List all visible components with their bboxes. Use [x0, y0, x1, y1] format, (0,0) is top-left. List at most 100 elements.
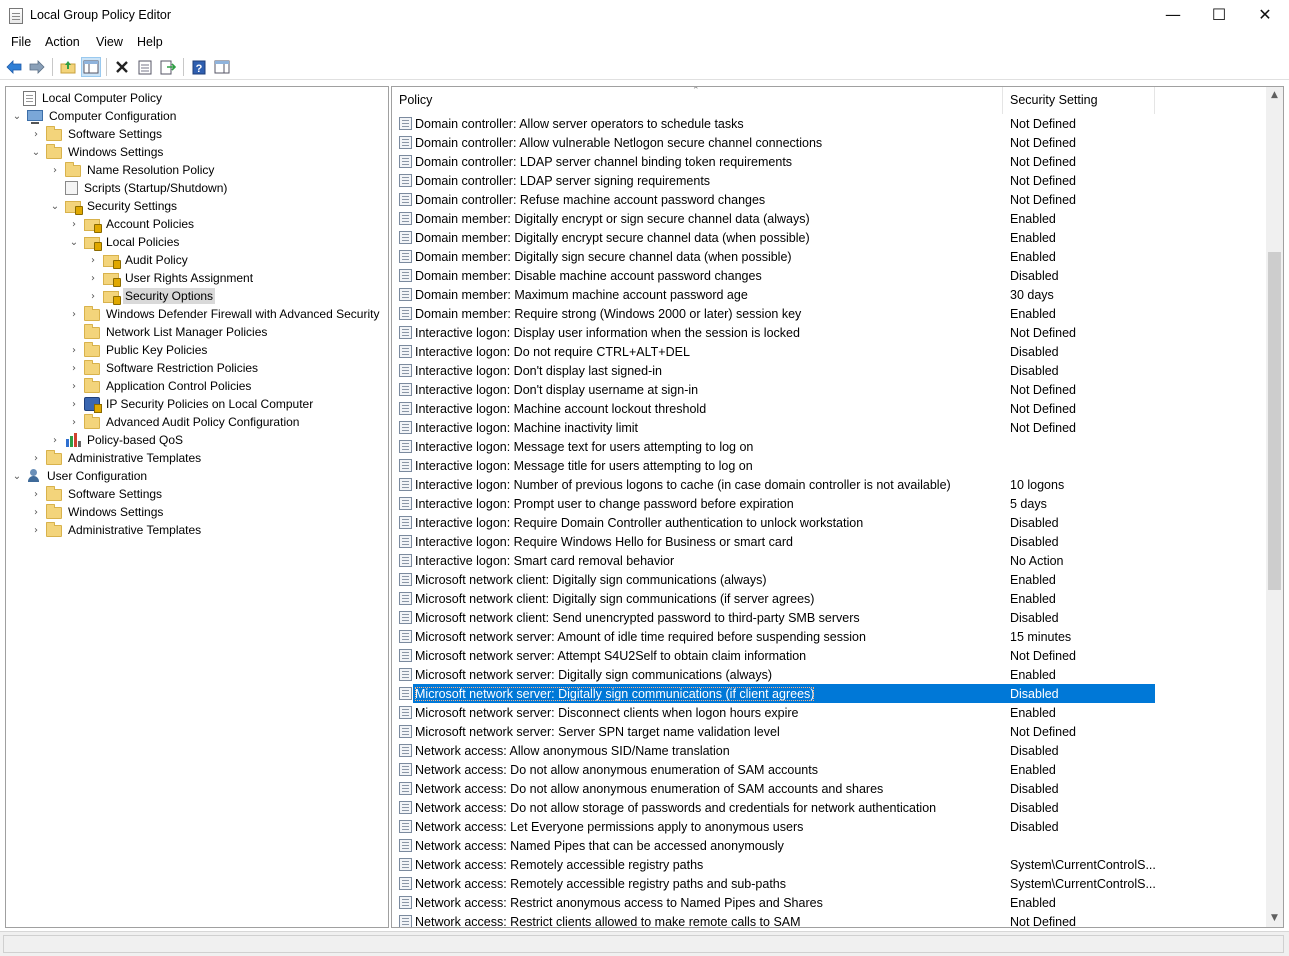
policy-row[interactable]: Domain controller: Allow vulnerable Netl…: [392, 133, 1155, 152]
chevron-right-icon[interactable]: ›: [86, 253, 100, 267]
policy-row[interactable]: Microsoft network server: Server SPN tar…: [392, 722, 1155, 741]
chevron-right-icon[interactable]: ›: [67, 307, 81, 321]
policy-row[interactable]: Domain controller: Refuse machine accoun…: [392, 190, 1155, 209]
close-button[interactable]: ✕: [1242, 0, 1288, 32]
up-folder-icon[interactable]: [58, 57, 78, 77]
chevron-right-icon[interactable]: ›: [67, 361, 81, 375]
menu-file[interactable]: File: [11, 35, 31, 49]
policy-row[interactable]: Interactive logon: Message title for use…: [392, 456, 1155, 475]
policy-row[interactable]: Domain member: Require strong (Windows 2…: [392, 304, 1155, 323]
tree-item-advanced-audit-policy[interactable]: › Advanced Audit Policy Configuration: [67, 413, 301, 431]
policy-row[interactable]: Interactive logon: Smart card removal be…: [392, 551, 1155, 570]
policy-row[interactable]: Network access: Restrict clients allowed…: [392, 912, 1155, 927]
policy-row[interactable]: Microsoft network server: Disconnect cli…: [392, 703, 1155, 722]
chevron-right-icon[interactable]: ›: [67, 397, 81, 411]
tree-item-network-list-manager[interactable]: Network List Manager Policies: [67, 323, 269, 341]
policy-row[interactable]: Network access: Remotely accessible regi…: [392, 855, 1156, 874]
chevron-right-icon[interactable]: ›: [67, 343, 81, 357]
tree-item-uc-windows-settings[interactable]: › Windows Settings: [29, 503, 165, 521]
policy-row[interactable]: Domain member: Digitally sign secure cha…: [392, 247, 1155, 266]
policy-row[interactable]: Interactive logon: Message text for user…: [392, 437, 1155, 456]
policy-row[interactable]: Microsoft network client: Digitally sign…: [392, 570, 1155, 589]
policy-row[interactable]: Network access: Remotely accessible regi…: [392, 874, 1156, 893]
policy-row[interactable]: Domain member: Digitally encrypt or sign…: [392, 209, 1155, 228]
properties-icon[interactable]: [135, 57, 155, 77]
chevron-right-icon[interactable]: ›: [86, 271, 100, 285]
minimize-button[interactable]: —: [1150, 0, 1196, 32]
forward-arrow-icon[interactable]: [27, 57, 47, 77]
help-icon[interactable]: ?: [189, 57, 209, 77]
tree-item-security-settings[interactable]: ⌄ Security Settings: [48, 197, 179, 215]
show-hide-tree-icon[interactable]: [81, 57, 101, 77]
policy-row[interactable]: Interactive logon: Do not require CTRL+A…: [392, 342, 1155, 361]
tree-item-name-resolution-policy[interactable]: › Name Resolution Policy: [48, 161, 216, 179]
policy-row[interactable]: Network access: Do not allow anonymous e…: [392, 760, 1155, 779]
policy-row[interactable]: Interactive logon: Require Windows Hello…: [392, 532, 1155, 551]
chevron-right-icon[interactable]: ›: [86, 289, 100, 303]
policy-row[interactable]: Network access: Restrict anonymous acces…: [392, 893, 1155, 912]
chevron-right-icon[interactable]: ›: [29, 127, 43, 141]
tree-item-cc-software-settings[interactable]: › Software Settings: [29, 125, 164, 143]
chevron-right-icon[interactable]: ›: [48, 163, 62, 177]
vertical-scrollbar[interactable]: ▲ ▼: [1266, 87, 1283, 927]
chevron-down-icon[interactable]: ⌄: [67, 235, 81, 249]
chevron-right-icon[interactable]: ›: [67, 217, 81, 231]
policy-list-view[interactable]: Policy ⌃ Security Setting Domain control…: [391, 86, 1284, 928]
policy-row[interactable]: Interactive logon: Display user informat…: [392, 323, 1155, 342]
chevron-down-icon[interactable]: ⌄: [29, 145, 43, 159]
policy-row[interactable]: Interactive logon: Require Domain Contro…: [392, 513, 1155, 532]
tree-item-local-policies[interactable]: ⌄ Local Policies: [67, 233, 181, 251]
policy-row[interactable]: Domain member: Maximum machine account p…: [392, 285, 1155, 304]
chevron-right-icon[interactable]: ›: [67, 415, 81, 429]
column-header-security-setting[interactable]: Security Setting: [1003, 87, 1155, 114]
tree-item-uc-software-settings[interactable]: › Software Settings: [29, 485, 164, 503]
menu-action[interactable]: Action: [45, 35, 80, 49]
policy-row[interactable]: Interactive logon: Don't display last si…: [392, 361, 1155, 380]
tree-item-software-restriction-policies[interactable]: › Software Restriction Policies: [67, 359, 260, 377]
policy-row[interactable]: Microsoft network server: Attempt S4U2Se…: [392, 646, 1155, 665]
chevron-down-icon[interactable]: ⌄: [10, 109, 24, 123]
menu-view[interactable]: View: [96, 35, 123, 49]
policy-row[interactable]: Domain member: Disable machine account p…: [392, 266, 1155, 285]
tree-item-cc-administrative-templates[interactable]: › Administrative Templates: [29, 449, 203, 467]
policy-row[interactable]: Microsoft network client: Send unencrypt…: [392, 608, 1155, 627]
policy-row[interactable]: Domain member: Digitally encrypt secure …: [392, 228, 1155, 247]
chevron-right-icon[interactable]: ›: [29, 451, 43, 465]
chevron-right-icon[interactable]: ›: [29, 523, 43, 537]
console-tree[interactable]: Local Computer Policy ⌄ Computer Configu…: [5, 86, 389, 928]
chevron-right-icon[interactable]: ›: [29, 505, 43, 519]
policy-row[interactable]: Microsoft network server: Digitally sign…: [392, 665, 1155, 684]
chevron-right-icon[interactable]: ›: [48, 433, 62, 447]
tree-item-user-rights-assignment[interactable]: › User Rights Assignment: [86, 269, 255, 287]
tree-item-security-options[interactable]: › Security Options: [86, 287, 216, 305]
policy-row[interactable]: Network access: Do not allow anonymous e…: [392, 779, 1155, 798]
chevron-right-icon[interactable]: ›: [67, 379, 81, 393]
tree-item-policy-based-qos[interactable]: › Policy-based QoS: [48, 431, 185, 449]
scroll-up-button[interactable]: ▲: [1266, 87, 1283, 104]
tree-item-ip-security-policies[interactable]: › IP Security Policies on Local Computer: [67, 395, 315, 413]
scroll-thumb[interactable]: [1268, 252, 1281, 590]
tree-item-scripts[interactable]: Scripts (Startup/Shutdown): [48, 179, 229, 197]
delete-icon[interactable]: [112, 57, 132, 77]
policy-row[interactable]: Interactive logon: Prompt user to change…: [392, 494, 1155, 513]
policy-row[interactable]: Domain controller: Allow server operator…: [392, 114, 1155, 133]
tree-item-audit-policy[interactable]: › Audit Policy: [86, 251, 190, 269]
tree-item-local-computer-policy[interactable]: Local Computer Policy: [6, 89, 164, 107]
policy-row[interactable]: Interactive logon: Machine account locko…: [392, 399, 1155, 418]
tree-item-computer-configuration[interactable]: ⌄ Computer Configuration: [10, 107, 178, 125]
policy-row[interactable]: Interactive logon: Don't display usernam…: [392, 380, 1155, 399]
show-hide-action-pane-icon[interactable]: [212, 57, 232, 77]
tree-item-windows-defender-firewall[interactable]: › Windows Defender Firewall with Advance…: [67, 305, 381, 323]
policy-row[interactable]: Network access: Let Everyone permissions…: [392, 817, 1155, 836]
tree-item-account-policies[interactable]: › Account Policies: [67, 215, 196, 233]
tree-item-user-configuration[interactable]: ⌄ User Configuration: [10, 467, 149, 485]
policy-row[interactable]: Network access: Named Pipes that can be …: [392, 836, 1155, 855]
column-header-policy[interactable]: Policy ⌃: [392, 87, 1003, 114]
policy-row[interactable]: Interactive logon: Number of previous lo…: [392, 475, 1155, 494]
chevron-right-icon[interactable]: ›: [29, 487, 43, 501]
policy-row[interactable]: Microsoft network server: Amount of idle…: [392, 627, 1155, 646]
export-list-icon[interactable]: [158, 57, 178, 77]
chevron-down-icon[interactable]: ⌄: [10, 469, 24, 483]
menu-help[interactable]: Help: [137, 35, 163, 49]
policy-row[interactable]: Microsoft network client: Digitally sign…: [392, 589, 1155, 608]
